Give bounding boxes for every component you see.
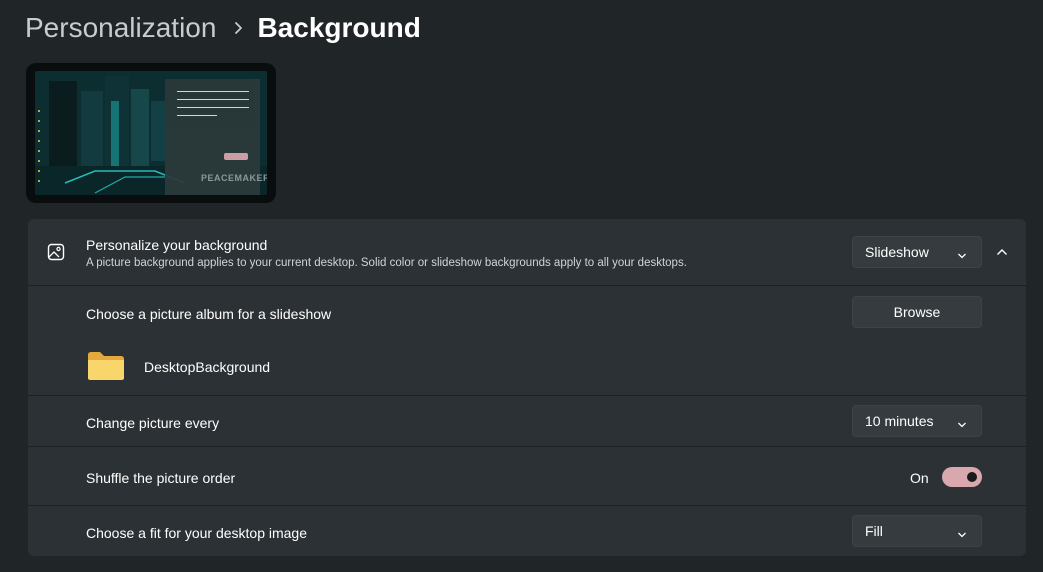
- chevron-up-icon: [996, 243, 1008, 261]
- chevron-down-icon: [957, 526, 967, 542]
- personalize-background-title: Personalize your background: [86, 237, 268, 253]
- collapse-button[interactable]: [988, 239, 1016, 265]
- chevron-down-icon: [957, 247, 967, 263]
- background-preview: PEACEMAKER: [26, 63, 276, 203]
- fit-dropdown[interactable]: Fill: [852, 515, 982, 547]
- background-settings-card: Personalize your background A picture ba…: [28, 219, 1026, 556]
- page-title: Background: [257, 12, 421, 43]
- change-picture-label: Change picture every: [86, 415, 220, 431]
- picture-album-row: Choose a picture album for a slideshow B…: [28, 285, 1026, 395]
- change-picture-value: 10 minutes: [865, 413, 934, 429]
- personalize-background-subtitle: A picture background applies to your cur…: [86, 257, 687, 269]
- wallpaper-preview-image: PEACEMAKER: [35, 71, 267, 195]
- shuffle-label: Shuffle the picture order: [86, 470, 236, 486]
- breadcrumb: Personalization Background: [25, 10, 421, 46]
- fit-label: Choose a fit for your desktop image: [86, 525, 308, 541]
- image-icon: [47, 243, 65, 266]
- shuffle-row: Shuffle the picture order On: [28, 446, 1026, 505]
- change-picture-row: Change picture every 10 minutes: [28, 395, 1026, 446]
- folder-icon: [87, 351, 125, 386]
- toggle-knob: [967, 472, 977, 482]
- background-type-value: Slideshow: [865, 244, 929, 260]
- chevron-right-icon: [234, 21, 243, 35]
- background-type-dropdown[interactable]: Slideshow: [852, 236, 982, 268]
- picture-album-label: Choose a picture album for a slideshow: [86, 306, 332, 322]
- change-picture-dropdown[interactable]: 10 minutes: [852, 405, 982, 437]
- folder-name[interactable]: DesktopBackground: [144, 359, 270, 375]
- chevron-down-icon: [957, 416, 967, 432]
- fit-value: Fill: [865, 523, 883, 539]
- wallpaper-logo-text: PEACEMAKER: [201, 173, 267, 183]
- shuffle-toggle[interactable]: [942, 467, 982, 487]
- breadcrumb-personalization[interactable]: Personalization: [25, 12, 216, 44]
- personalize-background-row[interactable]: Personalize your background A picture ba…: [28, 219, 1026, 285]
- browse-button[interactable]: Browse: [852, 296, 982, 328]
- fit-row: Choose a fit for your desktop image Fill: [28, 505, 1026, 556]
- shuffle-state: On: [910, 470, 929, 486]
